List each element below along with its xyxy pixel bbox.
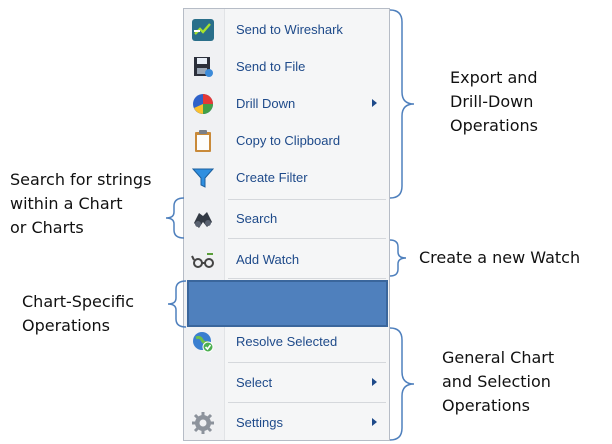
annotation-line: within a Chart <box>10 194 123 213</box>
save-file-icon <box>194 57 213 77</box>
annotation-line: Drill-Down <box>450 92 534 111</box>
watch-bracket <box>389 239 407 277</box>
menu-item-send-to-file[interactable]: Send to File <box>184 50 389 84</box>
menu-item-label: Drill Down <box>236 96 296 111</box>
context-menu: Send to Wireshark Send to File Drill Dow… <box>183 8 390 441</box>
watch-glasses-icon <box>191 253 214 268</box>
chart-specific-placeholder <box>187 280 388 327</box>
binoculars-icon <box>194 212 212 228</box>
menu-item-label: Select <box>236 375 273 390</box>
menu-item-drill-down[interactable]: Drill Down <box>184 87 389 121</box>
pie-chart-icon <box>193 94 213 114</box>
menu-item-label: Create Filter <box>236 170 308 185</box>
menu-item-send-to-wireshark[interactable]: Send to Wireshark <box>184 13 389 47</box>
globe-resolve-icon <box>193 332 214 353</box>
general-bracket <box>389 327 415 441</box>
annotation-search: Search for strings within a Chart or Cha… <box>10 168 180 240</box>
submenu-arrow-icon <box>372 99 377 107</box>
menu-item-settings[interactable]: Settings <box>184 406 389 440</box>
annotation-line: Operations <box>450 116 538 135</box>
menu-item-resolve-selected[interactable]: Resolve Selected <box>184 325 389 359</box>
export-bracket <box>389 9 415 199</box>
wireshark-icon <box>192 19 214 41</box>
menu-separator <box>228 278 386 279</box>
annotation-line: General Chart <box>442 348 555 367</box>
menu-item-label: Add Watch <box>236 252 300 267</box>
menu-item-add-watch[interactable]: Add Watch <box>184 243 389 277</box>
annotation-line: or Charts <box>10 218 84 237</box>
menu-separator <box>228 199 386 200</box>
menu-separator <box>228 362 386 363</box>
menu-item-label: Resolve Selected <box>236 334 338 349</box>
annotation-line: and Selection <box>442 372 551 391</box>
annotation-chart-specific: Chart-Specific Operations <box>22 290 162 338</box>
annotation-line: Create a new Watch <box>419 248 581 267</box>
menu-item-label: Search <box>236 211 278 226</box>
chart-specific-bracket <box>167 280 187 328</box>
annotation-line: Search for strings <box>10 170 152 189</box>
clipboard-icon <box>195 130 211 152</box>
submenu-arrow-icon <box>372 418 377 426</box>
filter-funnel-icon <box>191 168 215 188</box>
menu-item-create-filter[interactable]: Create Filter <box>184 161 389 195</box>
annotation-line: Operations <box>22 316 110 335</box>
annotation-general: General Chart and Selection Operations <box>442 346 602 418</box>
annotation-line: Export and <box>450 68 538 87</box>
menu-separator <box>228 402 386 403</box>
annotation-export: Export and Drill-Down Operations <box>450 66 600 138</box>
menu-item-label: Settings <box>236 415 283 430</box>
menu-item-label: Send to Wireshark <box>236 22 343 37</box>
menu-separator <box>228 238 386 239</box>
menu-item-search[interactable]: Search <box>184 202 389 236</box>
submenu-arrow-icon <box>372 378 377 386</box>
menu-item-label: Copy to Clipboard <box>236 133 341 148</box>
menu-item-copy-to-clipboard[interactable]: Copy to Clipboard <box>184 124 389 158</box>
annotation-line: Chart-Specific <box>22 292 135 311</box>
menu-item-select[interactable]: Select <box>184 366 389 400</box>
annotation-watch: Create a new Watch <box>419 246 611 270</box>
menu-item-label: Send to File <box>236 59 306 74</box>
gear-icon <box>192 412 214 434</box>
annotation-line: Operations <box>442 396 530 415</box>
